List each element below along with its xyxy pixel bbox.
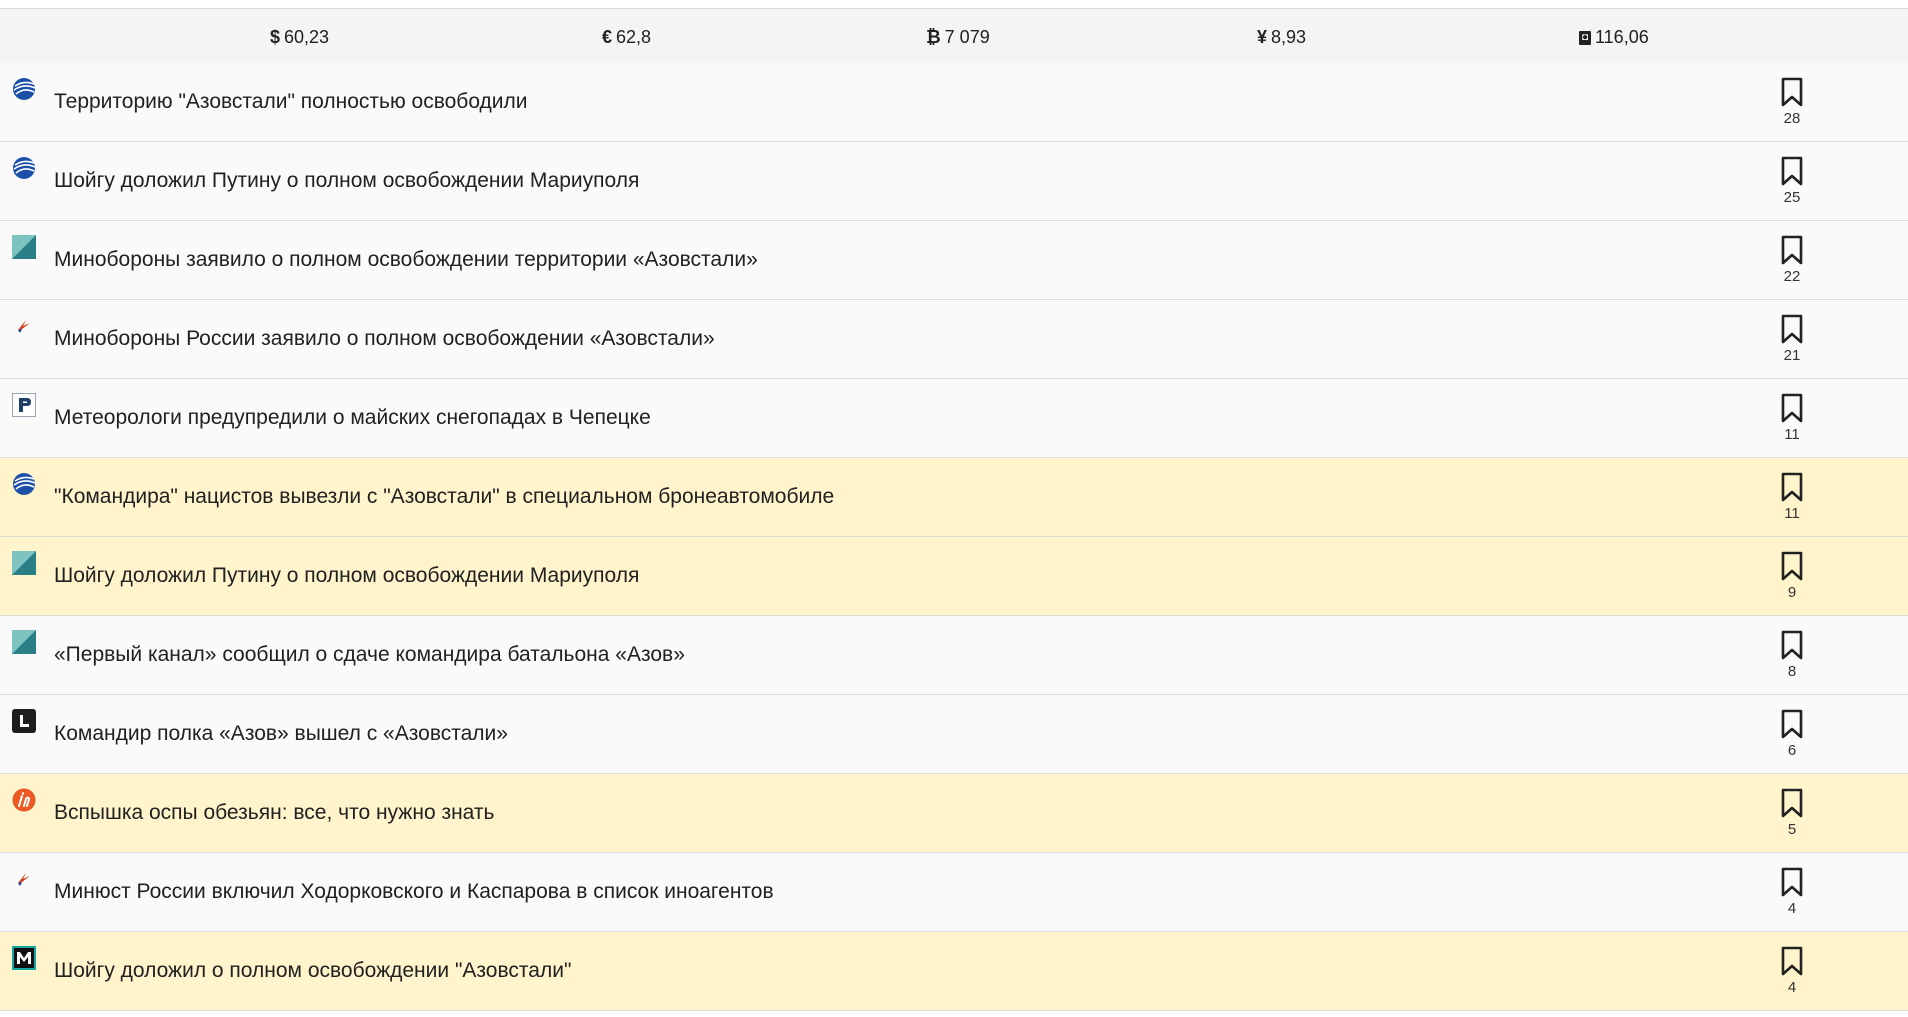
rate-oil: ◘ 116,06 [1579, 27, 1649, 48]
teal-diagonal-icon [12, 630, 36, 654]
news-row[interactable]: Метеорологи предупредили о майских снего… [0, 379, 1908, 458]
news-title-link[interactable]: Минюст России включил Ходорковского и Ка… [54, 880, 774, 904]
news-row[interactable]: Шойгу доложил Путину о полном освобожден… [0, 142, 1908, 221]
rate-bitcoin-value: 7 079 [944, 27, 990, 47]
bookmark-icon[interactable] [1779, 788, 1805, 818]
news-row[interactable]: Шойгу доложил о полном освобождении "Азо… [0, 932, 1908, 1011]
news-title-link[interactable]: Вспышка оспы обезьян: все, что нужно зна… [54, 801, 494, 825]
euro-icon: € [602, 27, 613, 47]
l-letter-icon [12, 709, 36, 733]
oil-barrel-icon: ◘ [1579, 30, 1591, 45]
rate-yuan-value: 8,93 [1271, 27, 1307, 47]
bookmark-icon[interactable] [1779, 156, 1805, 186]
m-letter-icon [12, 946, 36, 970]
rate-dollar-value: 60,23 [284, 27, 330, 47]
news-row[interactable]: "Командира" нацистов вывезли с "Азовстал… [0, 458, 1908, 537]
news-row[interactable]: Командир полка «Азов» вышел с «Азовстали… [0, 695, 1908, 774]
rate-yuan: ¥ 8,93 [1257, 27, 1306, 48]
bookmark-icon[interactable] [1779, 630, 1805, 660]
bookmark-icon[interactable] [1779, 314, 1805, 344]
bookmark-count: 9 [1787, 584, 1797, 601]
teal-diagonal-icon [12, 235, 36, 259]
bookmark-icon[interactable] [1779, 77, 1805, 107]
rate-euro: € 62,8 [602, 27, 651, 48]
bookmark-count: 25 [1783, 189, 1801, 206]
news-row[interactable]: Территорию "Азовстали" полностью освобод… [0, 63, 1908, 142]
bookmark-icon[interactable] [1779, 867, 1805, 897]
bookmark-icon[interactable] [1779, 235, 1805, 265]
news-title-link[interactable]: Командир полка «Азов» вышел с «Азовстали… [54, 722, 508, 746]
ria-globe-icon [12, 77, 36, 101]
rate-oil-value: 116,06 [1595, 27, 1649, 47]
bitcoin-icon: ₿ [926, 27, 941, 47]
news-title-link[interactable]: Шойгу доложил о полном освобождении "Азо… [54, 959, 571, 983]
news-list: Территорию "Азовстали" полностью освобод… [0, 63, 1908, 1011]
news-title-link[interactable]: Шойгу доложил Путину о полном освобожден… [54, 564, 639, 588]
bookmark-count: 28 [1783, 110, 1801, 127]
bookmark-count: 11 [1784, 505, 1800, 522]
news-row[interactable]: Минобороны заявило о полном освобождении… [0, 221, 1908, 300]
ria-globe-icon [12, 472, 36, 496]
news-row[interactable]: Минюст России включил Ходорковского и Ка… [0, 853, 1908, 932]
news-row[interactable]: Шойгу доложил Путину о полном освобожден… [0, 537, 1908, 616]
news-title-link[interactable]: Территорию "Азовстали" полностью освобод… [54, 90, 528, 114]
rate-bitcoin: ₿ 7 079 [926, 27, 990, 48]
yuan-icon: ¥ [1257, 27, 1268, 47]
news-row[interactable]: Минобороны России заявило о полном освоб… [0, 300, 1908, 379]
ria-globe-icon [12, 156, 36, 180]
bird-icon [12, 867, 36, 891]
p-letter-icon [12, 393, 36, 417]
bookmark-icon[interactable] [1779, 551, 1805, 581]
bookmark-icon[interactable] [1779, 472, 1805, 502]
currency-bar: $ 60,23 € 62,8 ₿ 7 079 ¥ 8,93 ◘ 116,06 [0, 8, 1908, 70]
dollar-icon: $ [270, 27, 281, 47]
bookmark-count: 5 [1787, 821, 1797, 838]
news-title-link[interactable]: Шойгу доложил Путину о полном освобожден… [54, 169, 639, 193]
news-title-link[interactable]: «Первый канал» сообщил о сдаче командира… [54, 643, 685, 667]
news-row[interactable]: «Первый канал» сообщил о сдаче командира… [0, 616, 1908, 695]
news-row[interactable]: Вспышка оспы обезьян: все, что нужно зна… [0, 774, 1908, 853]
teal-diagonal-icon [12, 551, 36, 575]
bird-icon [12, 314, 36, 338]
news-title-link[interactable]: Метеорологи предупредили о майских снего… [54, 406, 651, 430]
bookmark-icon[interactable] [1779, 946, 1805, 976]
rate-dollar: $ 60,23 [270, 27, 329, 48]
rate-euro-value: 62,8 [616, 27, 652, 47]
bookmark-count: 4 [1787, 900, 1797, 917]
bookmark-count: 8 [1787, 663, 1797, 680]
news-title-link[interactable]: Минобороны заявило о полном освобождении… [54, 248, 758, 272]
bookmark-count: 6 [1787, 742, 1797, 759]
bookmark-count: 21 [1783, 347, 1801, 364]
news-title-link[interactable]: Минобороны России заявило о полном освоб… [54, 327, 715, 351]
bookmark-count: 11 [1784, 426, 1800, 443]
bookmark-count: 4 [1787, 979, 1797, 996]
bookmark-count: 22 [1783, 268, 1801, 285]
orange-circle-icon [12, 788, 36, 812]
bookmark-icon[interactable] [1779, 393, 1805, 423]
news-title-link[interactable]: "Командира" нацистов вывезли с "Азовстал… [54, 485, 834, 509]
bookmark-icon[interactable] [1779, 709, 1805, 739]
